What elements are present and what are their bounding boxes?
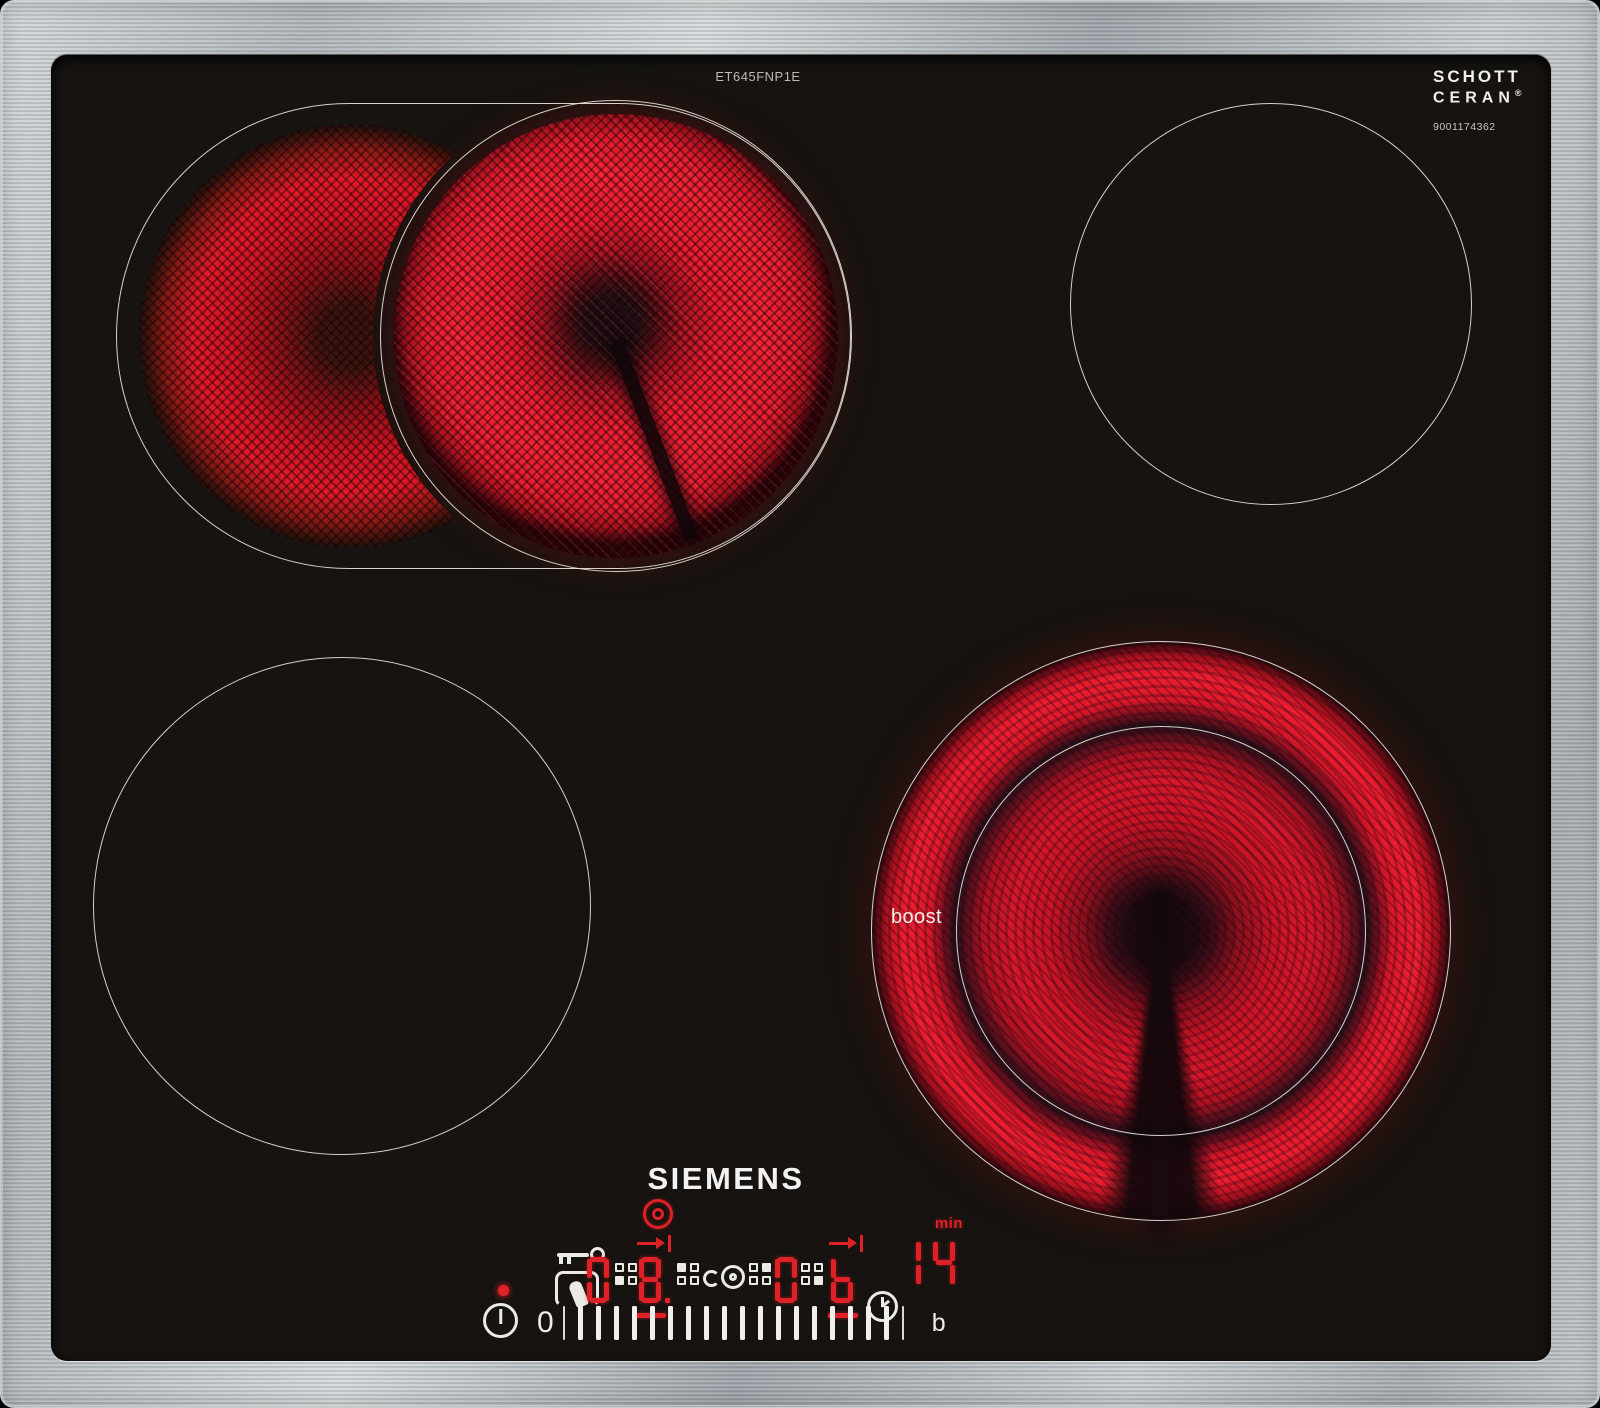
zone-select-front-right[interactable] xyxy=(801,1263,823,1285)
filled-cell-top-right xyxy=(762,1263,771,1272)
filled-cell-bottom-right xyxy=(814,1276,823,1285)
heatup-arrow-icon xyxy=(829,1235,863,1252)
oval-extension-shape xyxy=(703,1270,720,1287)
slider-ticks xyxy=(563,1306,904,1340)
dual-zone-icon[interactable] xyxy=(703,1263,745,1295)
zone-select-back-left[interactable] xyxy=(677,1263,699,1285)
key-tooth xyxy=(559,1257,563,1264)
timer-value xyxy=(899,1240,969,1286)
schott-logo-line1: SCHOTT xyxy=(1433,67,1563,87)
ceramic-hob: ET645FNP1E SCHOTT CERAN® 9001174362 boos… xyxy=(0,0,1600,1408)
timer-unit-label: min xyxy=(899,1215,963,1232)
slider-end-label: b xyxy=(932,1309,946,1338)
zone-select-back-right[interactable] xyxy=(749,1263,771,1285)
standby-power-icon[interactable] xyxy=(483,1303,518,1338)
filled-cell-top-left xyxy=(677,1263,686,1272)
schott-ceran-logo: SCHOTT CERAN® 9001174362 xyxy=(1433,67,1563,133)
filled-cell-bottom-left xyxy=(615,1276,624,1285)
power-on-indicator-dot xyxy=(498,1285,509,1296)
back-left-zone-circle-outline xyxy=(380,100,852,572)
display-back-left xyxy=(639,1257,670,1303)
display-front-right xyxy=(831,1257,853,1303)
glass-surface: ET645FNP1E SCHOTT CERAN® 9001174362 boos… xyxy=(51,55,1551,1361)
schott-logo-line2: CERAN® xyxy=(1433,88,1563,107)
front-left-zone-outline xyxy=(93,657,591,1155)
timer-display: min xyxy=(899,1215,969,1286)
registered-mark: ® xyxy=(1515,88,1522,98)
dual-ring-indicator xyxy=(643,1199,673,1229)
power-slider[interactable]: 0 b xyxy=(537,1303,946,1343)
display-back-right xyxy=(775,1257,797,1303)
brand-logo: SIEMENS xyxy=(581,1161,871,1197)
glass-serial-number: 9001174362 xyxy=(1433,121,1563,133)
display-front-left xyxy=(587,1257,609,1303)
model-number: ET645FNP1E xyxy=(658,69,858,84)
inner-circle-shape xyxy=(729,1273,737,1281)
key-tooth xyxy=(567,1257,571,1264)
heatup-arrow-icon xyxy=(637,1235,671,1252)
zone-select-front-left[interactable] xyxy=(615,1263,637,1285)
boost-label: boost xyxy=(891,906,942,929)
back-right-zone-outline xyxy=(1070,103,1472,505)
front-right-zone-inner-outline xyxy=(956,726,1366,1136)
slider-start-label: 0 xyxy=(537,1305,554,1341)
